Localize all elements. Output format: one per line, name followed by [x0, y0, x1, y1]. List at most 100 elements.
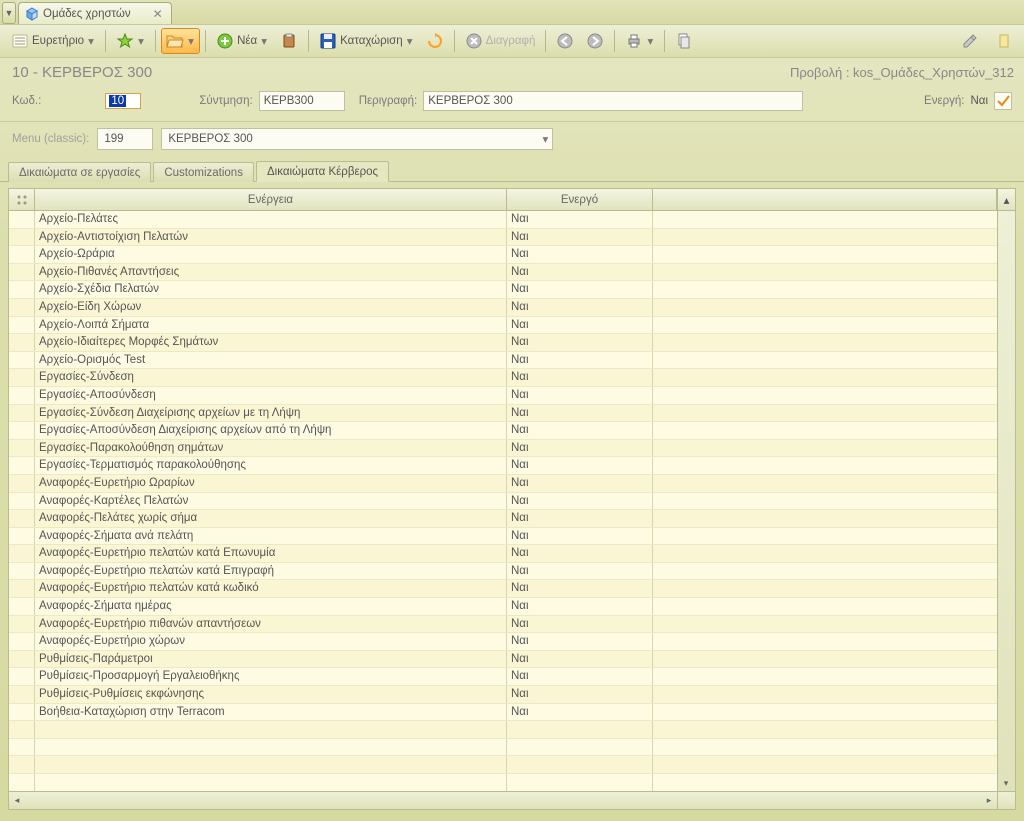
active-value: Ναι: [970, 95, 988, 107]
table-row[interactable]: Αναφορές-Σήματα ανά πελάτηΝαι: [9, 528, 997, 546]
cell-active: Ναι: [507, 616, 653, 633]
cube-icon: [25, 7, 39, 21]
grid-body[interactable]: Αρχείο-ΠελάτεςΝαιΑρχείο-Αντιστοίχιση Πελ…: [9, 211, 997, 791]
row-handle: [9, 440, 35, 457]
cell-empty: [653, 616, 997, 633]
active-checkbox[interactable]: [994, 92, 1012, 110]
scroll-left-button[interactable]: ◂: [9, 793, 25, 809]
tab-permissions-kerberos[interactable]: Δικαιώματα Κέρβερος: [256, 161, 389, 182]
cell-action: Αρχείο-Ωράρια: [35, 246, 507, 263]
nav-prev-button[interactable]: [551, 28, 579, 54]
table-row[interactable]: Αρχείο-Ιδιαίτερες Μορφές ΣημάτωνΝαι: [9, 334, 997, 352]
row-handle: [9, 334, 35, 351]
table-row[interactable]: Αρχείο-ΠελάτεςΝαι: [9, 211, 997, 229]
cell-active: Ναι: [507, 317, 653, 334]
cell-action: Αρχείο-Ορισμός Test: [35, 352, 507, 369]
separator: [664, 30, 665, 52]
cell-active: Ναι: [507, 422, 653, 439]
code-input[interactable]: 10: [105, 93, 141, 109]
index-button[interactable]: Ευρετήριο ▾: [6, 28, 100, 54]
scroll-down-button[interactable]: ▾: [998, 775, 1014, 791]
col-header-action[interactable]: Ενέργεια: [35, 189, 507, 210]
tab-permissions-tasks[interactable]: Δικαιώματα σε εργασίες: [8, 162, 151, 182]
table-row[interactable]: Αναφορές-Πελάτες χωρίς σήμαΝαι: [9, 510, 997, 528]
desc-label: Περιγραφή:: [359, 95, 418, 107]
table-row[interactable]: Αρχείο-ΩράριαΝαι: [9, 246, 997, 264]
document-icon: [675, 32, 693, 50]
table-row[interactable]: Εργασίες-ΣύνδεσηΝαι: [9, 369, 997, 387]
close-icon[interactable]: ✕: [153, 7, 163, 21]
cell-action: [35, 756, 507, 773]
menu-desc-dropdown[interactable]: ΚΕΡΒΕΡΟΣ 300 ▾: [161, 128, 553, 150]
row-handle: [9, 668, 35, 685]
cell-action: Ρυθμίσεις-Παράμετροι: [35, 651, 507, 668]
scroll-up-button[interactable]: ▴: [997, 189, 1015, 210]
table-row[interactable]: Αναφορές-Σήματα ημέραςΝαι: [9, 598, 997, 616]
clipboard-button[interactable]: [275, 28, 303, 54]
folder-open-icon: [166, 32, 184, 50]
new-button[interactable]: Νέα ▾: [211, 28, 273, 54]
cell-action: Αναφορές-Καρτέλες Πελατών: [35, 493, 507, 510]
table-row[interactable]: Αναφορές-Καρτέλες ΠελατώνΝαι: [9, 493, 997, 511]
table-row[interactable]: Εργασίες-ΑποσύνδεσηΝαι: [9, 387, 997, 405]
table-row[interactable]: Εργασίες-Αποσύνδεση Διαχείρισης αρχείων …: [9, 422, 997, 440]
table-row[interactable]: [9, 756, 997, 774]
table-row[interactable]: Αρχείο-Είδη ΧώρωνΝαι: [9, 299, 997, 317]
table-row[interactable]: Ρυθμίσεις-Προσαρμογή ΕργαλειοθήκηςΝαι: [9, 668, 997, 686]
print-button[interactable]: ▾: [620, 28, 659, 54]
table-row[interactable]: Βοήθεια-Καταχώριση στην TerracomΝαι: [9, 704, 997, 722]
table-row[interactable]: [9, 721, 997, 739]
tools-button[interactable]: [956, 28, 984, 54]
star-icon: [116, 32, 134, 50]
attach-button[interactable]: [990, 28, 1018, 54]
desc-input[interactable]: [423, 91, 803, 111]
menu-code-dropdown[interactable]: 199: [97, 128, 153, 150]
table-row[interactable]: [9, 739, 997, 757]
col-header-active[interactable]: Ενεργό: [507, 189, 653, 210]
cell-empty: [653, 440, 997, 457]
grid-corner[interactable]: [9, 189, 35, 210]
table-row[interactable]: Εργασίες-Τερματισμός παρακολούθησηςΝαι: [9, 457, 997, 475]
code-label: Κωδ.:: [12, 95, 41, 107]
table-row[interactable]: Αναφορές-Ευρετήριο πελατών κατά Επωνυμία…: [9, 545, 997, 563]
table-row[interactable]: Αρχείο-Αντιστοίχιση ΠελατώνΝαι: [9, 229, 997, 247]
table-row[interactable]: Εργασίες-Σύνδεση Διαχείρισης αρχείων με …: [9, 405, 997, 423]
cell-active: Ναι: [507, 563, 653, 580]
table-row[interactable]: Αναφορές-Ευρετήριο πιθανών απαντήσεωνΝαι: [9, 616, 997, 634]
folder-open-button[interactable]: ▾: [161, 28, 200, 54]
table-row[interactable]: Εργασίες-Παρακολούθηση σημάτωνΝαι: [9, 440, 997, 458]
cell-active: Ναι: [507, 651, 653, 668]
delete-button[interactable]: Διαγραφή: [460, 28, 541, 54]
table-row[interactable]: Αρχείο-Ορισμός TestΝαι: [9, 352, 997, 370]
row-handle: [9, 422, 35, 439]
table-row[interactable]: Αναφορές-Ευρετήριο χώρωνΝαι: [9, 633, 997, 651]
cell-active: Ναι: [507, 475, 653, 492]
table-row[interactable]: Αρχείο-Πιθανές ΑπαντήσειςΝαι: [9, 264, 997, 282]
tabbar-menu-button[interactable]: ▼: [2, 2, 16, 24]
abbr-input[interactable]: [259, 91, 345, 111]
table-row[interactable]: Αρχείο-Σχέδια ΠελατώνΝαι: [9, 281, 997, 299]
table-row[interactable]: Αναφορές-Ευρετήριο πελατών κατά Επιγραφή…: [9, 563, 997, 581]
table-row[interactable]: Αναφορές-Ευρετήριο ΩραρίωνΝαι: [9, 475, 997, 493]
refresh-button[interactable]: [421, 28, 449, 54]
save-button[interactable]: Καταχώριση ▾: [314, 28, 419, 54]
cell-action: Ρυθμίσεις-Ρυθμίσεις εκφώνησης: [35, 686, 507, 703]
scrollbar-vertical[interactable]: ▾: [997, 211, 1015, 791]
tab-customizations[interactable]: Customizations: [153, 162, 254, 182]
chevron-down-icon: ▾: [87, 34, 95, 48]
star-button[interactable]: ▾: [111, 28, 150, 54]
nav-next-button[interactable]: [581, 28, 609, 54]
table-row[interactable]: Αρχείο-Λοιπά ΣήματαΝαι: [9, 317, 997, 335]
table-row[interactable]: Ρυθμίσεις-ΠαράμετροιΝαι: [9, 651, 997, 669]
table-row[interactable]: [9, 774, 997, 791]
table-row[interactable]: Αναφορές-Ευρετήριο πελατών κατά κωδικόΝα…: [9, 580, 997, 598]
window-tab-usergroups[interactable]: Ομάδες χρηστών ✕: [18, 2, 172, 24]
permissions-grid: Ενέργεια Ενεργό ▴ Αρχείο-ΠελάτεςΝαιΑρχεί…: [8, 188, 1016, 810]
scroll-right-button[interactable]: ▸: [981, 793, 997, 809]
cell-active: Ναι: [507, 440, 653, 457]
scrollbar-horizontal[interactable]: ◂ ▸: [9, 791, 1015, 809]
table-row[interactable]: Ρυθμίσεις-Ρυθμίσεις εκφώνησηςΝαι: [9, 686, 997, 704]
related-button[interactable]: [670, 28, 698, 54]
cell-active: Ναι: [507, 299, 653, 316]
cell-active: Ναι: [507, 528, 653, 545]
